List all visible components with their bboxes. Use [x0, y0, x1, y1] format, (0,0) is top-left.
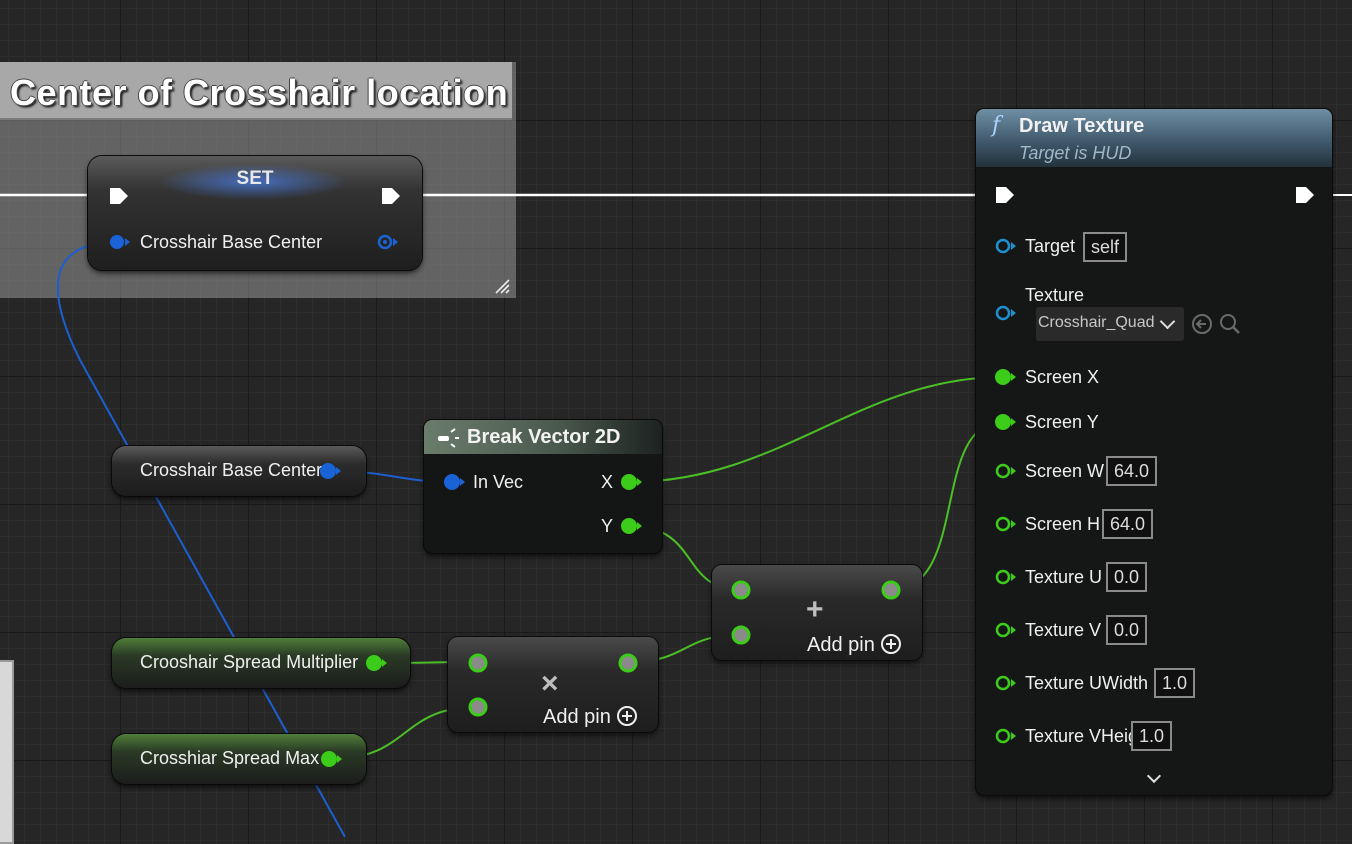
float-out-pin-icon[interactable] — [617, 652, 639, 674]
set-pin-label: Crosshair Base Center — [140, 232, 323, 252]
float-wire-x-screen-x — [629, 376, 1004, 483]
screen-h-field[interactable]: 64.0 — [1102, 509, 1154, 539]
float-in-pin-a-icon[interactable] — [467, 652, 489, 674]
getter-crosshair-base-center[interactable]: Crosshair Base Center — [112, 446, 366, 496]
break-vector-title: Break Vector 2D — [467, 426, 621, 448]
getter-label: Crooshair Spread Multiplier — [140, 652, 359, 672]
object-in-pin-icon[interactable] — [994, 304, 1020, 322]
struct-out-pin-icon[interactable] — [318, 462, 344, 480]
add-pin-label: Add pin — [543, 706, 611, 728]
out-x-label: X — [601, 472, 614, 492]
texture-asset-dropdown[interactable]: Crosshair_Quad — [1036, 307, 1184, 341]
exec-out-pin-icon[interactable] — [1294, 185, 1316, 205]
float-out-pin-x-icon[interactable] — [620, 473, 646, 491]
float-in-pin-icon[interactable] — [994, 413, 1020, 431]
float-in-pin-icon[interactable] — [994, 515, 1020, 533]
screen-x-label: Screen X — [1025, 367, 1100, 387]
add-pin-plus-icon[interactable] — [880, 634, 901, 654]
struct-in-pin-icon[interactable] — [442, 473, 468, 491]
comment-title-bar[interactable]: Center of Crosshair location — [0, 62, 512, 120]
draw-texture-header: f Draw Texture Target is HUD — [976, 109, 1332, 167]
texture-vheight-field[interactable]: 1.0 — [1131, 721, 1173, 751]
float-in-pin-b-icon[interactable] — [467, 696, 489, 718]
texture-uwidth-field[interactable]: 1.0 — [1154, 668, 1196, 698]
exec-in-pin-icon[interactable] — [108, 186, 130, 206]
side-panel-edge — [0, 660, 14, 844]
float-in-pin-icon[interactable] — [994, 727, 1020, 745]
texture-v-field[interactable]: 0.0 — [1106, 615, 1148, 645]
add-pin-label: Add pin — [807, 634, 875, 656]
add-pin-button[interactable]: Add pin — [807, 631, 901, 657]
set-node[interactable]: SET Crosshair Base Center — [88, 156, 422, 270]
chevron-down-icon — [1159, 313, 1176, 330]
break-vector-2d-node[interactable]: Break Vector 2D In Vec X Y — [424, 420, 662, 553]
browse-search-icon[interactable] — [1219, 313, 1241, 335]
multiply-node[interactable]: × Add pin — [448, 637, 658, 732]
draw-texture-subtitle: Target is HUD — [1019, 143, 1132, 163]
float-in-pin-b-icon[interactable] — [730, 624, 752, 646]
expand-advanced-chevron-icon[interactable] — [1146, 768, 1162, 784]
getter-spread-max[interactable]: Crosshiar Spread Max — [112, 734, 366, 784]
resize-handle-icon[interactable] — [494, 278, 510, 294]
float-in-pin-icon[interactable] — [994, 621, 1020, 639]
texture-v-label: Texture V — [1025, 620, 1102, 640]
screen-w-field[interactable]: 64.0 — [1106, 456, 1158, 486]
getter-spread-multiplier[interactable]: Crooshair Spread Multiplier — [112, 638, 410, 688]
draw-texture-title: Draw Texture — [1019, 115, 1145, 137]
float-out-pin-icon[interactable] — [880, 579, 902, 601]
in-vec-label: In Vec — [473, 472, 524, 492]
draw-texture-node[interactable]: f Draw Texture Target is HUD Target self… — [976, 109, 1332, 795]
struct-in-pin-icon[interactable] — [108, 233, 134, 251]
texture-u-label: Texture U — [1025, 567, 1103, 587]
float-in-pin-icon[interactable] — [994, 462, 1020, 480]
function-icon: f — [992, 113, 1001, 138]
comment-title: Center of Crosshair location — [10, 72, 509, 113]
multiply-symbol: × — [541, 667, 559, 700]
break-struct-icon — [438, 428, 459, 448]
set-node-title: SET — [236, 168, 274, 189]
float-out-pin-icon[interactable] — [319, 750, 345, 768]
exec-out-pin-icon[interactable] — [380, 186, 402, 206]
add-symbol: + — [806, 593, 824, 626]
use-selected-arrow-icon[interactable] — [1191, 313, 1213, 335]
add-node[interactable]: + Add pin — [712, 565, 922, 660]
break-vector-header: Break Vector 2D — [424, 420, 662, 454]
texture-u-field[interactable]: 0.0 — [1106, 562, 1148, 592]
screen-w-label: Screen W — [1025, 461, 1105, 481]
float-out-pin-y-icon[interactable] — [620, 517, 646, 535]
float-out-pin-icon[interactable] — [364, 654, 390, 672]
getter-label: Crosshiar Spread Max — [140, 748, 320, 768]
add-pin-button[interactable]: Add pin — [543, 703, 637, 729]
screen-y-label: Screen Y — [1025, 412, 1099, 432]
float-in-pin-icon[interactable] — [994, 368, 1020, 386]
texture-asset-value: Crosshair_Quad — [1038, 314, 1155, 331]
getter-label: Crosshair Base Center — [140, 460, 323, 480]
float-in-pin-a-icon[interactable] — [730, 579, 752, 601]
float-in-pin-icon[interactable] — [994, 568, 1020, 586]
exec-in-pin-icon[interactable] — [994, 185, 1016, 205]
struct-out-pin-icon[interactable] — [376, 233, 402, 251]
texture-label: Texture — [1025, 285, 1085, 305]
target-value-field[interactable]: self — [1083, 232, 1128, 262]
target-label: Target — [1025, 236, 1076, 256]
texture-uwidth-label: Texture UWidth — [1025, 673, 1149, 693]
out-y-label: Y — [601, 516, 614, 536]
object-in-pin-icon[interactable] — [994, 237, 1020, 255]
add-pin-plus-icon[interactable] — [616, 706, 637, 726]
float-in-pin-icon[interactable] — [994, 674, 1020, 692]
screen-h-label: Screen H — [1025, 514, 1101, 534]
